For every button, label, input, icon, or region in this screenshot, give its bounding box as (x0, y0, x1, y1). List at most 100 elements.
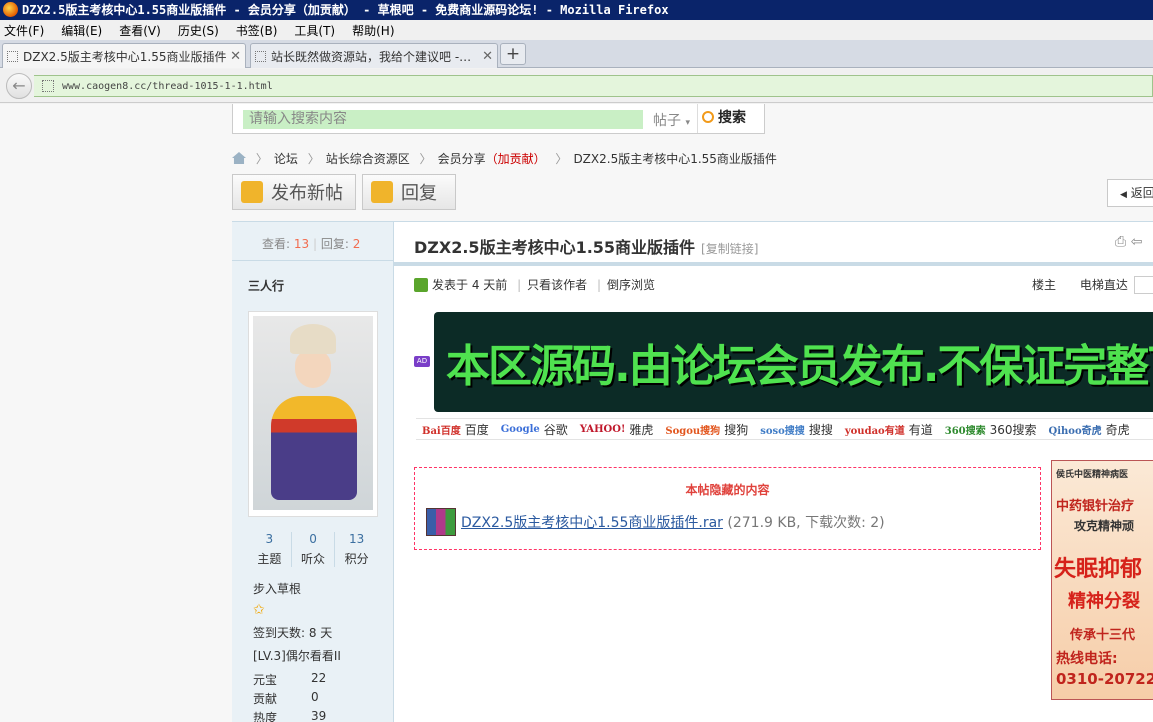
search-engine-links: Bai百度 百度 Google 谷歌 YAHOO! 雅虎 Sogou搜狗 搜狗 soso… (416, 418, 1153, 440)
close-icon[interactable]: ✕ (482, 49, 493, 64)
back-button[interactable]: ← (6, 73, 32, 99)
side-ad-line: 精神分裂 (1068, 591, 1140, 612)
address-bar[interactable]: www.caogen8.cc/thread-1015-1-1.html (34, 75, 1153, 97)
meta-divider: | (517, 278, 522, 292)
stat-label: 积分 (344, 552, 369, 566)
floor-info: 楼主 电梯直达 (1032, 276, 1153, 294)
jump-label: 电梯直达 (1079, 278, 1128, 292)
menu-history[interactable]: 历史(S) (178, 22, 219, 39)
reverse-order-link[interactable]: 倒序浏览 (607, 278, 655, 292)
engine-soso[interactable]: soso搜搜 搜搜 (754, 421, 833, 438)
ad-banner[interactable]: 本区源码.由论坛会员发布.不保证完整可用.谨慎下载 (434, 312, 1153, 412)
engine-sogou[interactable]: Sogou搜狗 搜狗 (659, 421, 748, 438)
engine-yahoo[interactable]: YAHOO! 雅虎 (574, 421, 654, 438)
hidden-content-title: 本帖隐藏的内容 (685, 483, 770, 497)
engine-360[interactable]: 360搜索 360搜索 (939, 421, 1037, 438)
menu-help[interactable]: 帮助(H) (352, 22, 394, 39)
navigation-bar: ← www.caogen8.cc/thread-1015-1-1.html (0, 69, 1153, 103)
attachment: DZX2.5版主考核中心1.55商业版插件.rar (271.9 KB, 下载次… (461, 512, 885, 532)
side-ad-line: 侯氏中医精神病医 (1056, 470, 1129, 480)
tab-label: 站长既然做资源站，我给个建议吧 -… (271, 49, 472, 64)
caret-down-icon: ▾ (685, 118, 690, 128)
field-value: 0 (311, 690, 319, 704)
avatar[interactable] (248, 311, 378, 517)
user-group[interactable]: 步入草根 (253, 580, 301, 597)
search-type-label: 帖子 (653, 113, 681, 129)
breadcrumb-separator: 〉 (419, 152, 432, 166)
stat-followers[interactable]: 0 听众 (292, 532, 336, 567)
side-ad-line: 热线电话: (1056, 651, 1118, 667)
tab-bar: DZX2.5版主考核中心1.55商业版插件… ✕ 站长既然做资源站，我给个建议吧… (0, 40, 1153, 68)
side-ad-line: 传承十三代 (1070, 628, 1136, 643)
online-status-icon (414, 278, 428, 292)
engine-label: 奇虎 (1105, 422, 1130, 437)
side-ad-line: 0310-207222 (1056, 670, 1153, 688)
yahoo-logo-icon: YAHOO! (579, 423, 626, 435)
thread-title: DZX2.5版主考核中心1.55商业版插件 [复制链接] (414, 234, 758, 258)
window-title: DZX2.5版主考核中心1.55商业版插件 - 会员分享（加贡献） - 草根吧 … (22, 3, 669, 17)
soso-logo-icon: soso搜搜 (760, 425, 805, 437)
breadcrumb-board[interactable]: 会员分享 (438, 152, 486, 166)
search-type-select[interactable]: 帖子 ▾ (653, 110, 690, 130)
reply-button[interactable]: 回复 (362, 174, 456, 210)
avatar-hat (290, 324, 336, 354)
arrow-left-icon: ← (12, 76, 26, 95)
printer-icon[interactable]: ⎙ (1115, 234, 1126, 250)
search-button[interactable]: 搜索 (697, 104, 765, 133)
page-icon (255, 50, 266, 62)
arrow-left-icon[interactable]: ⇦ (1131, 234, 1143, 250)
engine-label: 百度 (464, 422, 489, 437)
stat-threads[interactable]: 3 主题 (248, 532, 292, 567)
menu-bookmarks[interactable]: 书签(B) (236, 22, 278, 39)
engine-youdao[interactable]: youdao有道 有道 (839, 421, 933, 438)
engine-baidu[interactable]: Bai百度 百度 (416, 421, 489, 438)
rar-file-icon (426, 508, 456, 536)
author-name[interactable]: 三人行 (248, 277, 284, 294)
menu-view[interactable]: 查看(V) (119, 22, 161, 39)
site-identity-icon[interactable] (42, 80, 54, 92)
search-input[interactable]: 请输入搜索内容 (243, 110, 643, 129)
tab-thread[interactable]: DZX2.5版主考核中心1.55商业版插件… ✕ (2, 43, 246, 68)
author-sidebar: 查看: 13 | 回复: 2 三人行 3 主题 0 听众 13 积分 步入草根 … (232, 222, 394, 722)
post-time: 发表于 4 天前 (432, 278, 508, 292)
close-icon[interactable]: ✕ (230, 49, 241, 64)
jump-floor-input[interactable] (1133, 276, 1153, 294)
new-tab-button[interactable]: + (500, 43, 526, 65)
copy-link-button[interactable]: [复制链接] (701, 242, 758, 256)
breadcrumb-forum[interactable]: 论坛 (274, 152, 298, 166)
menu-tools[interactable]: 工具(T) (294, 22, 335, 39)
engine-qihoo[interactable]: Qihoo奇虎 奇虎 (1043, 421, 1130, 438)
sogou-logo-icon: Sogou搜狗 (665, 425, 721, 437)
menu-file[interactable]: 文件(F) (4, 22, 44, 39)
divider (394, 262, 1153, 266)
field-contribution: 贡献 0 (253, 690, 319, 707)
engine-label: 有道 (908, 422, 933, 437)
field-value: 39 (311, 709, 327, 722)
attachment-link[interactable]: DZX2.5版主考核中心1.55商业版插件.rar (461, 515, 723, 531)
stat-points[interactable]: 13 积分 (335, 532, 378, 567)
back-to-list-button[interactable]: ◀ 返回 (1107, 179, 1153, 207)
tab-suggestion[interactable]: 站长既然做资源站，我给个建议吧 -… ✕ (250, 43, 498, 68)
new-post-label: 发布新帖 (271, 183, 343, 204)
firefox-icon (3, 2, 18, 17)
page-content: 请输入搜索内容 帖子 ▾ 搜索 〉论坛 〉站长综合资源区 〉会员分享（加贡献） … (0, 104, 1153, 722)
side-ad-banner[interactable]: 侯氏中医精神病医 中药银针治疗 攻克精神顽 失眠抑郁 精神分裂 传承十三代 热线… (1051, 460, 1153, 700)
views-count: 13 (293, 237, 310, 251)
thread-title-text: DZX2.5版主考核中心1.55商业版插件 (414, 238, 696, 257)
floor-label: 楼主 (1032, 278, 1057, 292)
engine-google[interactable]: Google 谷歌 (495, 421, 568, 438)
user-level: [LV.3]偶尔看看II (253, 649, 341, 663)
avatar-face (295, 350, 331, 388)
engine-label: 搜搜 (808, 422, 833, 437)
breadcrumb-board-extra[interactable]: （加贡献） (486, 152, 546, 166)
home-icon[interactable] (232, 152, 246, 164)
field-value: 22 (311, 671, 327, 685)
tab-label: DZX2.5版主考核中心1.55商业版插件… (23, 49, 227, 64)
breadcrumb-section[interactable]: 站长综合资源区 (326, 152, 410, 166)
avatar-jacket (271, 396, 357, 500)
back-label: 返回 (1130, 186, 1153, 200)
new-post-button[interactable]: 发布新帖 (232, 174, 356, 210)
views-label: 查看: (262, 237, 291, 251)
author-only-link[interactable]: 只看该作者 (527, 278, 587, 292)
menu-edit[interactable]: 编辑(E) (61, 22, 102, 39)
